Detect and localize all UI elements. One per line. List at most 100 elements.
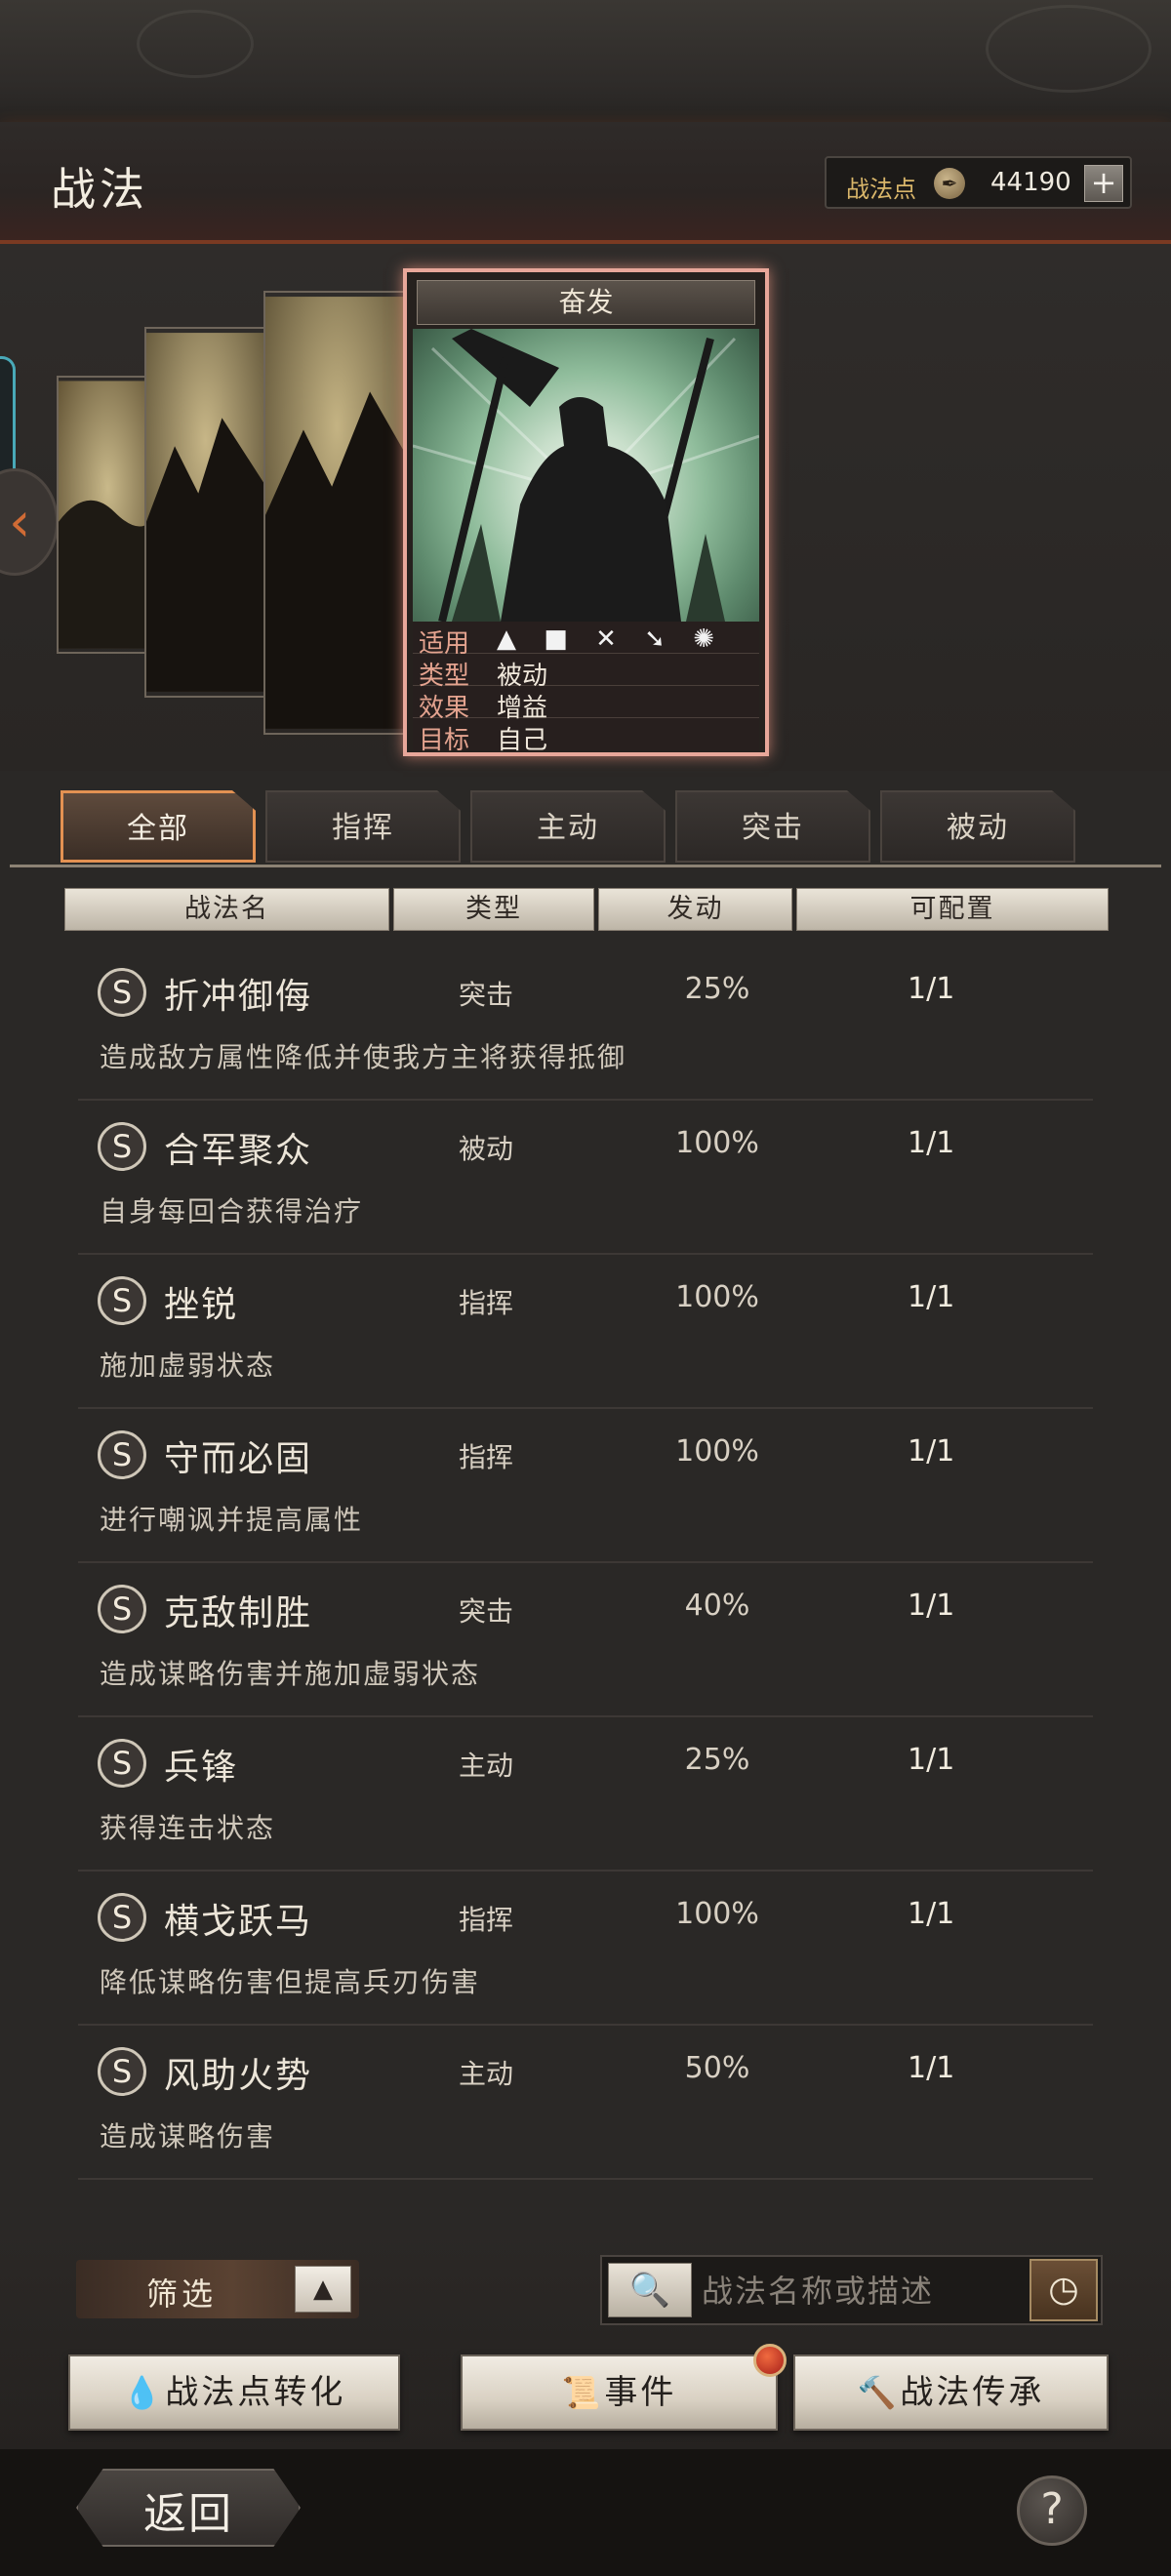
page-title: 战法: [51, 163, 148, 216]
tactic-points-value: 44190: [990, 168, 1071, 197]
tactic-description: 造成谋略伤害: [100, 2120, 276, 2153]
tactic-card-back[interactable]: [144, 327, 266, 698]
grade-s-icon: S: [98, 2047, 146, 2096]
back-label: 返回: [143, 2489, 233, 2539]
tactic-rate: 100%: [675, 1434, 759, 1469]
quill-coin-icon: ✒: [934, 168, 965, 199]
tactic-description: 进行嘲讽并提高属性: [100, 1504, 364, 1536]
tab-command[interactable]: 指挥: [265, 790, 461, 863]
tactic-rate: 100%: [675, 1126, 759, 1160]
tactic-rate: 50%: [684, 2051, 750, 2085]
back-button[interactable]: 返回: [76, 2469, 301, 2547]
grade-s-icon: S: [98, 1430, 146, 1479]
tactic-rate: 25%: [684, 1743, 750, 1777]
list-item[interactable]: S 克敌制胜 突击 40% 1/1 造成谋略伤害并施加虚弱状态: [78, 1563, 1093, 1717]
tactic-type: 主动: [459, 1750, 514, 1782]
tactic-available: 1/1: [908, 1434, 955, 1469]
tactic-available: 1/1: [908, 2051, 955, 2085]
events-button[interactable]: 📜 事件: [461, 2355, 778, 2431]
tactic-description: 自身每回合获得治疗: [100, 1195, 364, 1228]
tab-active[interactable]: 主动: [470, 790, 666, 863]
convert-points-button[interactable]: 💧 战法点转化: [68, 2355, 400, 2431]
warrior-silhouette-icon: [413, 329, 759, 622]
stat-row-target: 目标 自己: [413, 718, 759, 755]
tactic-card-back[interactable]: [263, 291, 410, 735]
grade-s-icon: S: [98, 1739, 146, 1788]
column-header-name[interactable]: 战法名: [64, 888, 389, 931]
column-header-type[interactable]: 类型: [393, 888, 594, 931]
tactic-type: 被动: [459, 1133, 514, 1165]
grade-s-icon: S: [98, 1276, 146, 1325]
button-label: 战法点转化: [165, 2373, 346, 2412]
tactic-description: 造成谋略伤害并施加虚弱状态: [100, 1658, 481, 1690]
list-item[interactable]: S 兵锋 主动 25% 1/1 获得连击状态: [78, 1717, 1093, 1872]
tactic-description: 施加虚弱状态: [100, 1349, 276, 1382]
search-icon[interactable]: 🔍: [608, 2263, 692, 2317]
tab-passive[interactable]: 被动: [880, 790, 1075, 863]
column-header-available[interactable]: 可配置: [796, 888, 1109, 931]
clock-icon[interactable]: ◷: [1030, 2259, 1098, 2321]
scroll-icon: 📜: [561, 2374, 601, 2411]
tactic-type: 指挥: [459, 1904, 514, 1936]
selected-tactic-card[interactable]: 奋发 适用 ▲ ■ ✕ ➘ ✺ 类型 被动 效果 增益 目标 自己: [403, 268, 769, 756]
list-item[interactable]: S 挫锐 指挥 100% 1/1 施加虚弱状态: [78, 1255, 1093, 1409]
stat-row-applicable: 适用 ▲ ■ ✕ ➘ ✺: [413, 622, 759, 659]
tactic-name: 折冲御侮: [164, 977, 313, 1017]
tactic-type: 指挥: [459, 1287, 514, 1319]
unit-type-icons: ▲ ■ ✕ ➘ ✺: [497, 624, 724, 654]
notification-badge: [753, 2344, 787, 2377]
tactic-rate: 100%: [675, 1280, 759, 1314]
add-points-button[interactable]: +: [1084, 165, 1123, 202]
button-label: 战法传承: [900, 2373, 1045, 2412]
tactic-available: 1/1: [908, 1126, 955, 1160]
tactic-type-tabs: 全部 指挥 主动 突击 被动: [0, 790, 1171, 868]
tactic-rate: 40%: [684, 1589, 750, 1623]
card-title: 奋发: [417, 280, 755, 325]
tactic-list: S 折冲御侮 突击 25% 1/1 造成敌方属性降低并使我方主将获得抵御 S 合…: [0, 946, 1171, 2234]
list-item[interactable]: S 折冲御侮 突击 25% 1/1 造成敌方属性降低并使我方主将获得抵御: [78, 946, 1093, 1101]
column-header-rate[interactable]: 发动: [598, 888, 792, 931]
tactic-name: 风助火势: [164, 2056, 313, 2096]
tab-assault[interactable]: 突击: [675, 790, 870, 863]
tactic-name: 合军聚众: [164, 1131, 313, 1171]
tactic-available: 1/1: [908, 1897, 955, 1931]
tactic-name: 守而必固: [164, 1439, 313, 1479]
search-input[interactable]: [702, 2265, 994, 2317]
chevron-up-icon[interactable]: ▲: [295, 2266, 351, 2313]
grade-s-icon: S: [98, 1122, 146, 1171]
search-bar: 🔍 ◷: [600, 2255, 1103, 2325]
list-item[interactable]: S 风助火势 主动 50% 1/1 造成谋略伤害: [78, 2026, 1093, 2180]
tab-all[interactable]: 全部: [61, 790, 256, 863]
filter-control[interactable]: 筛选 ▲: [76, 2260, 359, 2318]
grade-s-icon: S: [98, 1893, 146, 1942]
card-art: [265, 297, 408, 729]
stat-row-effect: 效果 增益: [413, 686, 759, 723]
grade-s-icon: S: [98, 968, 146, 1017]
list-item[interactable]: S 合军聚众 被动 100% 1/1 自身每回合获得治疗: [78, 1101, 1093, 1255]
card-art: [413, 329, 759, 622]
card-stats: 适用 ▲ ■ ✕ ➘ ✺ 类型 被动 效果 增益 目标 自己: [413, 622, 759, 755]
grade-s-icon: S: [98, 1585, 146, 1633]
tactic-name: 兵锋: [164, 1748, 239, 1788]
button-label: 事件: [604, 2373, 677, 2412]
inherit-tactics-button[interactable]: 🔨 战法传承: [793, 2355, 1109, 2431]
list-item[interactable]: S 守而必固 指挥 100% 1/1 进行嘲讽并提高属性: [78, 1409, 1093, 1563]
tactic-available: 1/1: [908, 1280, 955, 1314]
card-art: [59, 381, 157, 649]
stat-value: 自己: [497, 726, 548, 755]
stat-key: 目标: [419, 726, 470, 755]
tactic-points-box: 战法点 ✒ 44190 +: [825, 156, 1132, 209]
help-icon[interactable]: ?: [1017, 2475, 1087, 2546]
tactic-name: 克敌制胜: [164, 1593, 313, 1633]
table-header: 战法名 类型 发动 可配置: [64, 888, 1109, 933]
filter-label: 筛选: [146, 2275, 218, 2313]
list-item[interactable]: S 横戈跃马 指挥 100% 1/1 降低谋略伤害但提高兵刃伤害: [78, 1872, 1093, 2026]
cloud-ornament: [986, 5, 1151, 93]
tabs-divider: [10, 865, 1161, 867]
tactic-type: 突击: [459, 1595, 514, 1628]
stat-row-type: 类型 被动: [413, 654, 759, 691]
tactic-rate: 25%: [684, 972, 750, 1006]
tactic-name: 挫锐: [164, 1285, 239, 1325]
tactic-type: 突击: [459, 979, 514, 1011]
tactic-name: 横戈跃马: [164, 1902, 313, 1942]
